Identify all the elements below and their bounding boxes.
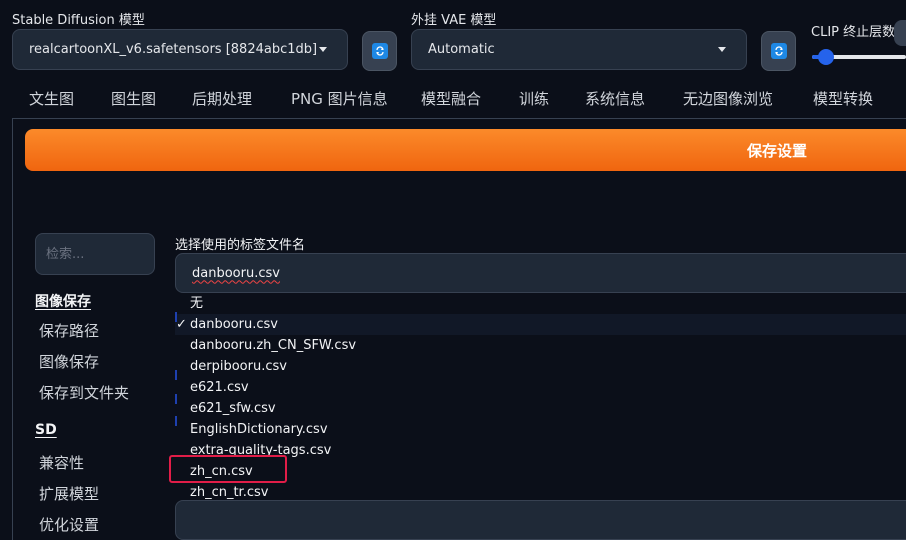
vae-label: 外挂 VAE 模型 bbox=[411, 13, 497, 28]
save-settings-label: 保存设置 bbox=[747, 142, 808, 160]
clip-skip-label: CLIP 终止层数 bbox=[811, 25, 896, 40]
tab-txt2img[interactable]: 文生图 bbox=[29, 88, 74, 109]
refresh-icon bbox=[371, 43, 388, 59]
model-select-value: realcartoonXL_v6.safetensors [8824abc1db… bbox=[29, 42, 318, 57]
option-english-dictionary[interactable]: EnglishDictionary.csv bbox=[190, 419, 328, 440]
main-tabs: 文生图 图生图 后期处理 PNG 图片信息 模型融合 训练 系统信息 无边图像浏… bbox=[0, 88, 906, 118]
clip-skip-slider-handle[interactable] bbox=[818, 49, 834, 65]
option-danbooru-zh-cn-sfw[interactable]: danbooru.zh_CN_SFW.csv bbox=[190, 335, 356, 356]
tag-file-value: danbooru.csv bbox=[192, 265, 280, 281]
panel-border bbox=[12, 118, 13, 540]
sidebar-item-optimizations[interactable]: 优化设置 bbox=[39, 514, 99, 535]
chevron-down-icon bbox=[718, 46, 726, 52]
clip-skip-number-input[interactable] bbox=[894, 20, 906, 46]
tag-file-dropdown-input[interactable]: danbooru.csv bbox=[175, 253, 906, 293]
tab-infinite-image-browsing[interactable]: 无边图像浏览 bbox=[683, 88, 773, 109]
tab-extras[interactable]: 后期处理 bbox=[192, 88, 252, 109]
selected-option-bg bbox=[175, 314, 906, 335]
option-none[interactable]: 无 bbox=[190, 293, 203, 314]
checkbox-edge bbox=[175, 312, 177, 322]
sidebar-item-extra-networks[interactable]: 扩展模型 bbox=[39, 483, 99, 504]
model-select[interactable]: realcartoonXL_v6.safetensors [8824abc1db… bbox=[12, 29, 348, 70]
save-settings-button[interactable]: 保存设置 bbox=[25, 129, 906, 171]
tab-system-info[interactable]: 系统信息 bbox=[585, 88, 645, 109]
settings-page: Stable Diffusion 模型 realcartoonXL_v6.saf… bbox=[0, 0, 906, 540]
settings-search-input[interactable] bbox=[35, 233, 155, 275]
checkbox-edge bbox=[175, 394, 177, 404]
checkbox-edge bbox=[175, 370, 177, 380]
sidebar-item-image-saving[interactable]: 图像保存 bbox=[39, 351, 99, 372]
option-e621-sfw[interactable]: e621_sfw.csv bbox=[190, 398, 276, 419]
vae-refresh-button[interactable] bbox=[761, 31, 796, 71]
next-setting-input[interactable] bbox=[175, 500, 906, 540]
tab-png-info[interactable]: PNG 图片信息 bbox=[291, 88, 388, 109]
model-label: Stable Diffusion 模型 bbox=[12, 13, 145, 28]
checkmark-icon: ✓ bbox=[176, 317, 187, 332]
sidebar-item-compatibility[interactable]: 兼容性 bbox=[39, 452, 84, 473]
highlight-box bbox=[169, 455, 287, 483]
sidebar-item-save-paths[interactable]: 保存路径 bbox=[39, 320, 99, 341]
tab-checkpoint-merger[interactable]: 模型融合 bbox=[421, 88, 481, 109]
chevron-down-icon bbox=[319, 46, 327, 52]
option-danbooru[interactable]: danbooru.csv bbox=[190, 314, 278, 335]
vae-select[interactable]: Automatic bbox=[411, 29, 747, 70]
tab-divider bbox=[12, 118, 906, 119]
sidebar-section-sd[interactable]: SD bbox=[35, 422, 57, 438]
checkbox-edge bbox=[175, 416, 177, 426]
tab-img2img[interactable]: 图生图 bbox=[111, 88, 156, 109]
tab-model-converter[interactable]: 模型转换 bbox=[813, 88, 873, 109]
model-refresh-button[interactable] bbox=[362, 31, 397, 71]
tag-file-label: 选择使用的标签文件名 bbox=[175, 238, 306, 253]
refresh-icon bbox=[770, 43, 787, 59]
option-derpibooru[interactable]: derpibooru.csv bbox=[190, 356, 287, 377]
sidebar-section-image-saving[interactable]: 图像保存 bbox=[35, 291, 91, 311]
tab-train[interactable]: 训练 bbox=[519, 88, 549, 109]
option-e621[interactable]: e621.csv bbox=[190, 377, 249, 398]
sidebar-item-save-to-dirs[interactable]: 保存到文件夹 bbox=[39, 382, 129, 403]
vae-select-value: Automatic bbox=[428, 42, 495, 57]
